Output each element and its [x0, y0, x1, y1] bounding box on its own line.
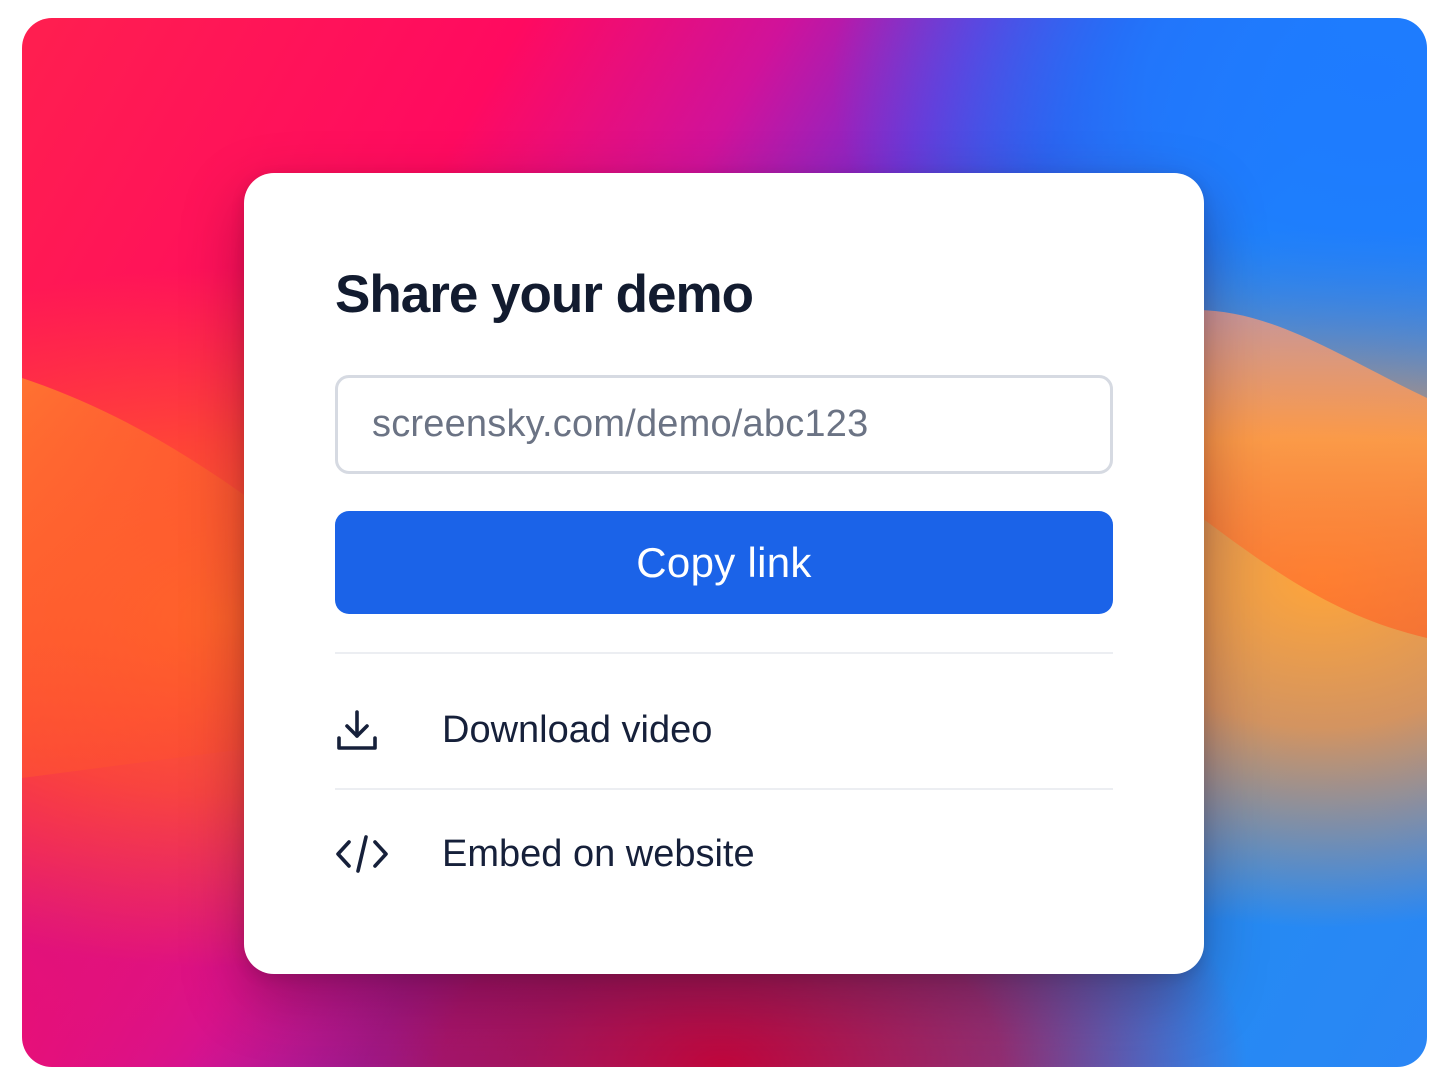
divider: [335, 652, 1113, 654]
dialog-title: Share your demo: [335, 265, 754, 324]
code-icon: [335, 824, 405, 884]
embed-on-website-label: Embed on website: [442, 832, 755, 875]
share-dialog: Share your demo screensky.com/demo/abc12…: [244, 173, 1204, 974]
embed-on-website-option[interactable]: Embed on website: [335, 814, 1113, 894]
copy-link-label: Copy link: [636, 538, 812, 586]
divider: [335, 788, 1113, 790]
download-icon: [335, 700, 405, 760]
download-video-label: Download video: [442, 708, 713, 751]
wallpaper-background: Share your demo screensky.com/demo/abc12…: [22, 18, 1427, 1067]
share-url-field[interactable]: screensky.com/demo/abc123: [335, 375, 1113, 474]
copy-link-button[interactable]: Copy link: [335, 511, 1113, 614]
download-video-option[interactable]: Download video: [335, 690, 1113, 770]
share-url-text: screensky.com/demo/abc123: [372, 403, 869, 445]
